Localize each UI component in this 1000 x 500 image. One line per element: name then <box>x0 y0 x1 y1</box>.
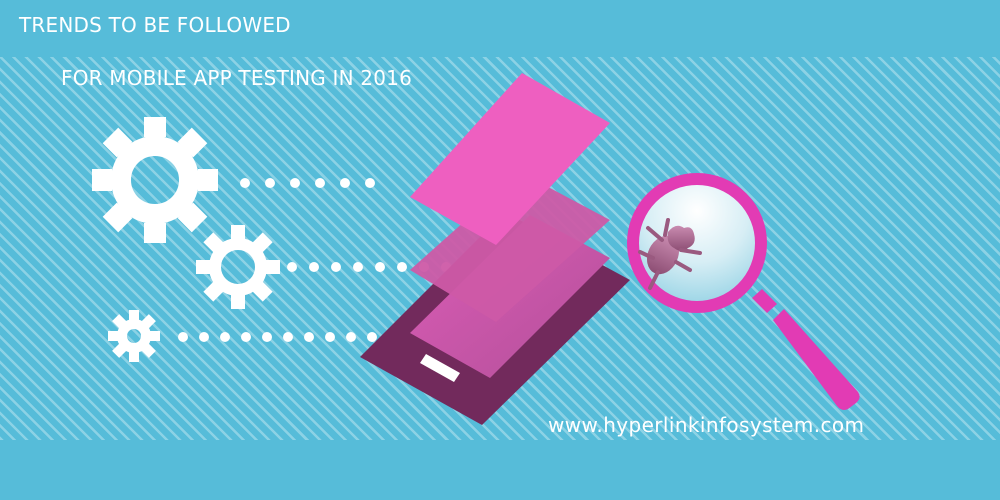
title-line-2: FOR MOBILE APP TESTING IN 2016 <box>61 66 413 90</box>
title-line-1: TRENDS TO BE FOLLOWED <box>19 13 291 37</box>
dotted-line-top <box>240 178 375 188</box>
gear-icon-small <box>108 310 160 362</box>
website-url: www.hyperlinkinfosystem.com <box>548 413 865 437</box>
gear-icon-medium <box>196 225 280 309</box>
gear-icon-large <box>92 117 218 243</box>
magnifying-glass-icon <box>627 173 860 410</box>
banner: TRENDS TO BE FOLLOWED FOR MOBILE APP TES… <box>0 0 1000 500</box>
dotted-line-bottom <box>178 332 377 342</box>
